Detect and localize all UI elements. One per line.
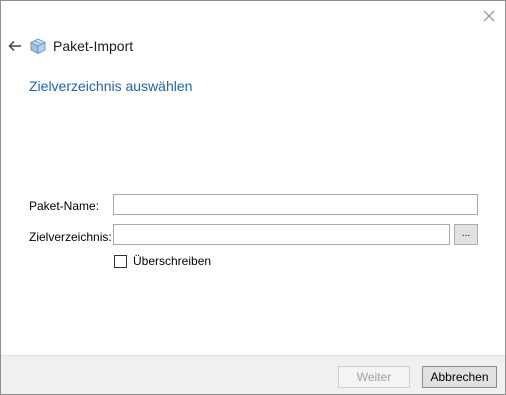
package-name-input[interactable] [113, 194, 478, 215]
target-directory-label: Zielverzeichnis: [29, 230, 112, 244]
next-button[interactable]: Weiter [338, 366, 410, 388]
dialog-title: Paket-Import [53, 38, 134, 54]
overwrite-checkbox[interactable] [114, 254, 127, 268]
package-icon [30, 38, 46, 55]
overwrite-option[interactable]: Überschreiben [114, 254, 211, 268]
close-button[interactable] [479, 6, 499, 26]
back-button[interactable] [7, 38, 23, 54]
close-icon [483, 10, 495, 22]
browse-button[interactable]: ... [454, 224, 478, 245]
package-name-label: Paket-Name: [29, 199, 100, 213]
dialog-footer: Weiter Abbrechen [1, 355, 505, 394]
cancel-button[interactable]: Abbrechen [422, 366, 497, 388]
package-import-dialog: Paket-Import Zielverzeichnis auswählen P… [0, 0, 506, 395]
overwrite-label: Überschreiben [133, 254, 212, 268]
section-title: Zielverzeichnis auswählen [29, 78, 193, 94]
target-directory-input[interactable] [113, 224, 450, 245]
dialog-header: Paket-Import [7, 35, 133, 57]
arrow-left-icon [8, 40, 21, 52]
